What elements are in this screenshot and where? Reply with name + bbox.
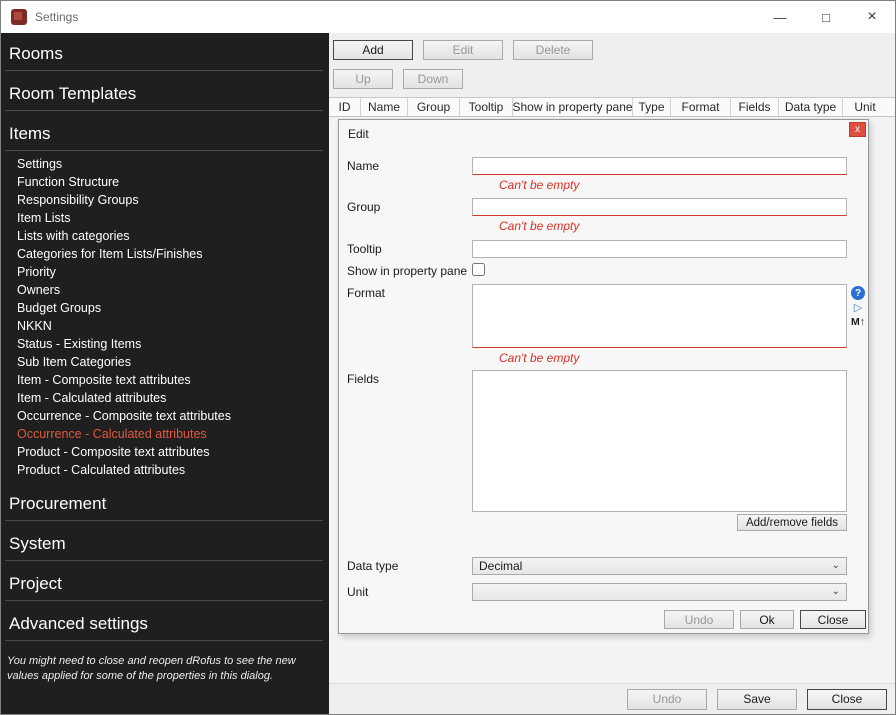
dialog-undo-button[interactable]: Undo — [664, 610, 734, 629]
sidebar-section-rooms[interactable]: Rooms — [5, 35, 323, 71]
unit-select[interactable]: ⌄ — [472, 583, 847, 601]
dialog-close-icon[interactable]: x — [849, 122, 866, 137]
sidebar-item[interactable]: Status - Existing Items — [1, 335, 329, 353]
close-icon[interactable]: × — [849, 1, 895, 33]
settings-window: Settings — □ × Rooms Room Templates Item… — [0, 0, 896, 715]
data-type-label: Data type — [347, 557, 472, 575]
sidebar-section-project[interactable]: Project — [5, 561, 323, 601]
add-remove-fields-button[interactable]: Add/remove fields — [737, 514, 847, 531]
sidebar-item[interactable]: NKKN — [1, 317, 329, 335]
dialog-button-row: Undo Ok Close — [664, 610, 866, 629]
edit-dialog: Edit x Name Can't be empty Group Can't b… — [338, 119, 869, 634]
edit-dialog-title: Edit — [348, 127, 369, 141]
sidebar-item[interactable]: Item - Calculated attributes — [1, 389, 329, 407]
column-header-id[interactable]: ID — [329, 98, 361, 116]
format-toolbar: ? ▷ M↑ — [847, 284, 865, 348]
column-header-data-type[interactable]: Data type — [779, 98, 843, 116]
sidebar-item[interactable]: Function Structure — [1, 173, 329, 191]
sidebar-item[interactable]: Categories for Item Lists/Finishes — [1, 245, 329, 263]
sidebar-section-system[interactable]: System — [5, 521, 323, 561]
sidebar-footnote: You might need to close and reopen dRofu… — [7, 654, 319, 684]
close-button[interactable]: Close — [807, 689, 887, 710]
column-header-type[interactable]: Type — [633, 98, 671, 116]
chevron-down-icon: ⌄ — [832, 561, 840, 571]
name-validation-message: Can't be empty — [499, 178, 860, 192]
sidebar-item-selected[interactable]: Occurrence - Calculated attributes — [1, 425, 329, 443]
name-field[interactable] — [472, 157, 847, 175]
sidebar-item[interactable]: Responsibility Groups — [1, 191, 329, 209]
edit-button[interactable]: Edit — [423, 40, 503, 60]
dialog-ok-button[interactable]: Ok — [740, 610, 794, 629]
sidebar-items-list: Settings Function Structure Responsibili… — [1, 151, 329, 481]
edit-dialog-body: Name Can't be empty Group Can't be empty… — [339, 157, 868, 601]
down-button[interactable]: Down — [403, 69, 463, 89]
sidebar-section-procurement[interactable]: Procurement — [5, 481, 323, 521]
sidebar-item[interactable]: Lists with categories — [1, 227, 329, 245]
fields-field[interactable] — [472, 370, 847, 512]
sidebar-item[interactable]: Sub Item Categories — [1, 353, 329, 371]
sidebar-item[interactable]: Budget Groups — [1, 299, 329, 317]
show-in-property-pane-checkbox[interactable] — [472, 263, 485, 276]
m-up-icon[interactable]: M↑ — [851, 317, 865, 328]
main-footer: Undo Save Close — [329, 683, 895, 714]
window-controls: — □ × — [757, 1, 895, 33]
window-title: Settings — [35, 10, 78, 24]
tooltip-label: Tooltip — [347, 240, 472, 258]
column-header-fields[interactable]: Fields — [731, 98, 779, 116]
sidebar-item[interactable]: Item Lists — [1, 209, 329, 227]
window-content: Rooms Room Templates Items Settings Func… — [1, 33, 895, 714]
format-label: Format — [347, 284, 472, 348]
titlebar: Settings — □ × — [1, 1, 895, 33]
unit-label: Unit — [347, 583, 472, 601]
column-header-unit[interactable]: Unit — [843, 98, 887, 116]
tooltip-field[interactable] — [472, 240, 847, 258]
column-header-group[interactable]: Group — [408, 98, 460, 116]
sidebar-item[interactable]: Settings — [1, 155, 329, 173]
sidebar-item[interactable]: Item - Composite text attributes — [1, 371, 329, 389]
add-button[interactable]: Add — [333, 40, 413, 60]
insert-field-icon[interactable]: ▷ — [854, 303, 862, 314]
sidebar-item[interactable]: Occurrence - Composite text attributes — [1, 407, 329, 425]
sidebar-section-advanced-settings[interactable]: Advanced settings — [5, 601, 323, 641]
sidebar-item[interactable]: Priority — [1, 263, 329, 281]
group-label: Group — [347, 198, 472, 216]
app-icon — [11, 9, 27, 25]
show-in-property-pane-label: Show in property pane — [347, 262, 472, 279]
sidebar-section-items[interactable]: Items — [5, 111, 323, 151]
group-field[interactable] — [472, 198, 847, 216]
chevron-down-icon: ⌄ — [832, 587, 840, 597]
fields-label: Fields — [347, 370, 472, 512]
column-header-show-in-property-pane[interactable]: Show in property pane — [513, 98, 633, 116]
maximize-icon[interactable]: □ — [803, 1, 849, 33]
sidebar: Rooms Room Templates Items Settings Func… — [1, 33, 329, 714]
edit-dialog-header: Edit x — [339, 120, 868, 144]
column-header-format[interactable]: Format — [671, 98, 731, 116]
dialog-close-button[interactable]: Close — [800, 610, 866, 629]
sidebar-item[interactable]: Product - Calculated attributes — [1, 461, 329, 479]
delete-button[interactable]: Delete — [513, 40, 593, 60]
toolbar-row-1: Add Edit Delete — [329, 33, 895, 60]
attribute-table-header: ID Name Group Tooltip Show in property p… — [329, 97, 895, 117]
toolbar-row-2: Up Down — [329, 60, 895, 97]
group-validation-message: Can't be empty — [499, 219, 860, 233]
column-header-tooltip[interactable]: Tooltip — [460, 98, 513, 116]
data-type-select[interactable]: Decimal ⌄ — [472, 557, 847, 575]
format-validation-message: Can't be empty — [499, 351, 860, 365]
sidebar-item[interactable]: Product - Composite text attributes — [1, 443, 329, 461]
main-panel: Add Edit Delete Up Down ID Name Group To… — [329, 33, 895, 714]
help-icon[interactable]: ? — [851, 286, 865, 300]
data-type-value: Decimal — [479, 559, 832, 573]
column-header-name[interactable]: Name — [361, 98, 408, 116]
name-label: Name — [347, 157, 472, 175]
sidebar-item[interactable]: Owners — [1, 281, 329, 299]
minimize-icon[interactable]: — — [757, 1, 803, 33]
up-button[interactable]: Up — [333, 69, 393, 89]
undo-button[interactable]: Undo — [627, 689, 707, 710]
save-button[interactable]: Save — [717, 689, 797, 710]
sidebar-section-room-templates[interactable]: Room Templates — [5, 71, 323, 111]
format-field[interactable] — [472, 284, 847, 348]
